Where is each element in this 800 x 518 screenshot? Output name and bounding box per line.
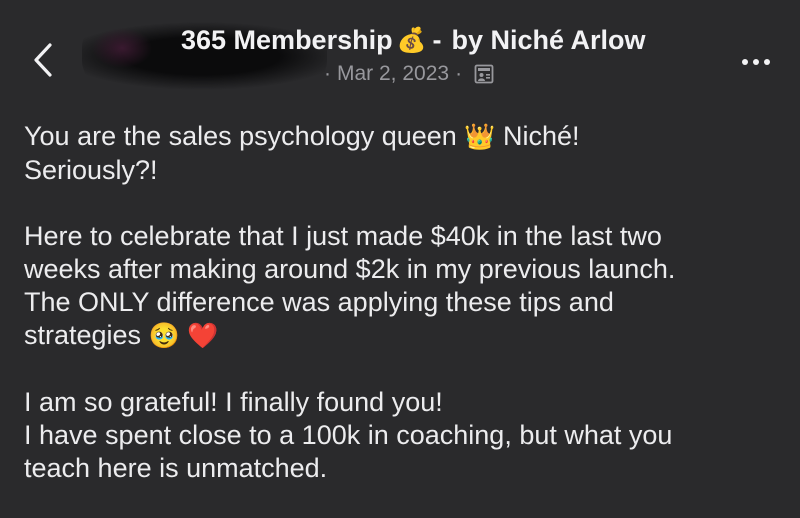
paragraph: You are the sales psychology queen 👑 Nic… (24, 120, 784, 187)
text-line: Here to celebrate that I just made $40k … (24, 221, 662, 251)
text-line: strategies 🥹 ❤️ (24, 320, 219, 350)
post-meta: · Mar 2, 2023 · (318, 60, 494, 88)
text-line: Seriously?! (24, 155, 158, 185)
back-button[interactable] (28, 38, 58, 82)
text-line: I have spent close to a 100k in coaching… (24, 420, 673, 450)
meta-dot: · (324, 62, 331, 85)
post-header: 365 Membership 💰 - by Niché Arlow · Mar … (0, 0, 800, 110)
paragraph: Here to celebrate that I just made $40k … (24, 220, 784, 353)
post-date: Mar 2, 2023 (337, 62, 450, 85)
text-line: weeks after making around $2k in my prev… (24, 254, 676, 284)
more-options-icon (742, 59, 748, 65)
more-options-button[interactable] (734, 50, 778, 74)
meta-dot: · (455, 62, 463, 85)
text-line: You are the sales psychology queen 👑 Nic… (24, 121, 580, 151)
more-options-icon (764, 59, 770, 65)
more-options-icon (753, 59, 759, 65)
paragraph: I am so grateful! I finally found you! I… (24, 386, 784, 485)
title-separator: - (432, 24, 442, 55)
text-line: teach here is unmatched. (24, 453, 328, 483)
red-heart-emoji: ❤️ (187, 322, 219, 350)
crown-emoji: 👑 (464, 123, 496, 151)
author-prefix: by (451, 24, 483, 55)
money-bag-emoji: 💰 (396, 26, 427, 54)
photo-album-icon (474, 64, 494, 84)
group-name[interactable]: 365 Membership (181, 25, 393, 56)
chevron-left-icon (34, 43, 52, 77)
pleading-face-emoji: 🥹 (148, 322, 180, 350)
post-body: You are the sales psychology queen 👑 Nic… (24, 120, 784, 518)
text-line: The ONLY difference was applying these t… (24, 287, 614, 317)
text-line: I am so grateful! I finally found you! (24, 387, 443, 417)
author-name[interactable]: Niché Arlow (491, 25, 646, 56)
post-title[interactable]: 365 Membership 💰 - by Niché Arlow (181, 22, 646, 58)
